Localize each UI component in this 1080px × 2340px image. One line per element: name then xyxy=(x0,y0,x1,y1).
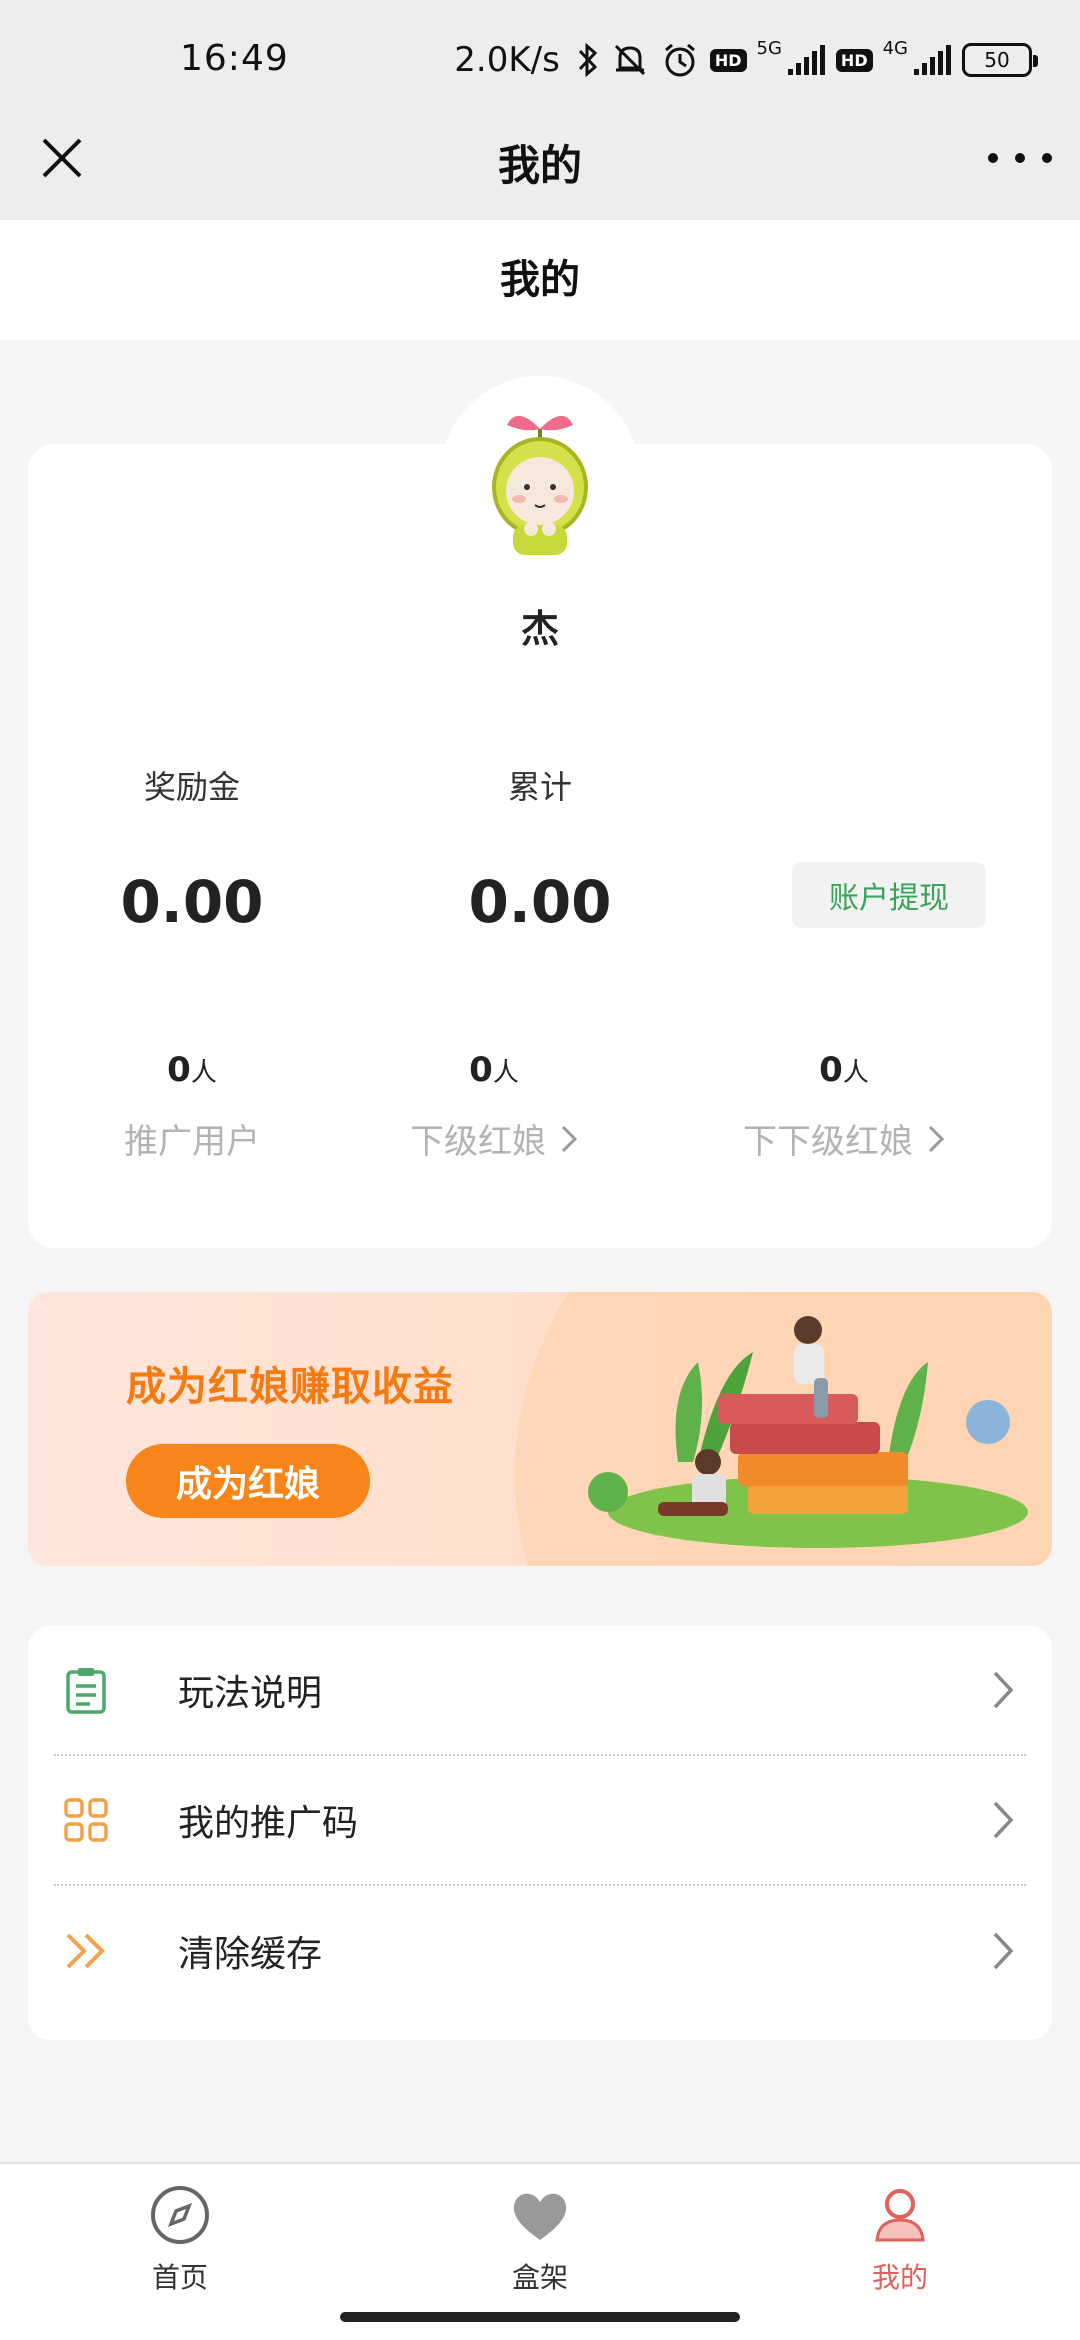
count-value: 0 xyxy=(469,1050,493,1090)
grid-icon xyxy=(64,1798,108,1842)
become-matchmaker-button[interactable]: 成为红娘 xyxy=(126,1444,370,1518)
status-time: 16:49 xyxy=(180,38,289,79)
count-sub-sub-matchmakers[interactable]: 0人 下下级红娘 xyxy=(674,1050,1014,1163)
double-chevron-icon xyxy=(66,1933,105,1969)
bonus-label: 奖励金 xyxy=(143,768,240,806)
signal-icon xyxy=(787,45,825,75)
menu-item-label: 清除缓存 xyxy=(178,1934,323,1975)
network-speed: 2.0K/s xyxy=(454,40,560,80)
clipboard-icon xyxy=(66,1668,106,1714)
count-unit: 人 xyxy=(492,1058,519,1088)
count-label: 下下级红娘 xyxy=(743,1122,913,1162)
hd-badge: HD xyxy=(709,48,747,72)
user-name: 杰 xyxy=(520,607,559,651)
page-title: 我的 xyxy=(500,257,580,303)
chevron-right-icon xyxy=(993,1801,1014,1839)
more-icon[interactable] xyxy=(988,136,1052,180)
compass-icon xyxy=(151,2186,209,2244)
menu-item-clear-cache[interactable]: 清除缓存 xyxy=(54,1886,1026,2016)
chevron-right-icon xyxy=(561,1125,578,1152)
tab-label: 首页 xyxy=(151,2261,208,2294)
status-icons: 2.0K/s HD 5G HD 4G 50 xyxy=(454,36,1038,84)
count-promoted-users: 0人 推广用户 xyxy=(22,1050,362,1163)
home-indicator[interactable] xyxy=(340,2312,740,2322)
matchmaker-banner[interactable]: 成为红娘赚取收益 成为红娘 xyxy=(28,1292,1052,1566)
mute-icon xyxy=(614,44,645,76)
signal-icon-2 xyxy=(914,45,951,75)
tab-home[interactable]: 首页 xyxy=(80,2182,280,2296)
menu-item-label: 我的推广码 xyxy=(178,1803,359,1844)
menu-item-instructions[interactable]: 玩法说明 xyxy=(54,1626,1026,1756)
count-unit: 人 xyxy=(842,1058,869,1088)
menu-list: 玩法说明 我的推广码 清除缓存 xyxy=(28,1626,1052,2040)
page-title-bar: 我的 xyxy=(0,220,1080,340)
chevron-right-icon xyxy=(993,1932,1014,1970)
count-value: 0 xyxy=(167,1050,191,1090)
withdraw-button[interactable]: 账户提现 xyxy=(792,862,986,928)
header-title: 我的 xyxy=(497,141,582,190)
avatar[interactable] xyxy=(440,376,640,576)
tab-shelf[interactable]: 盒架 xyxy=(440,2182,640,2296)
avatar-image xyxy=(455,391,625,561)
count-label: 推广用户 xyxy=(124,1122,260,1162)
hd-badge-2: HD xyxy=(835,48,873,72)
heart-icon xyxy=(513,2193,567,2240)
menu-item-label: 玩法说明 xyxy=(178,1673,323,1714)
total-value: 0.00 xyxy=(468,868,612,936)
chevron-right-icon xyxy=(928,1125,945,1152)
tab-mine[interactable]: 我的 xyxy=(800,2182,1000,2296)
count-label: 下级红娘 xyxy=(410,1122,546,1162)
bonus-value: 0.00 xyxy=(120,868,264,936)
user-icon xyxy=(875,2189,925,2242)
battery-level: 50 xyxy=(984,48,1010,72)
battery-icon: 50 xyxy=(962,43,1038,77)
reading-illustration xyxy=(588,1316,1028,1548)
banner-title: 成为红娘赚取收益 xyxy=(126,1364,454,1410)
tab-label: 盒架 xyxy=(511,2261,568,2294)
count-sub-matchmakers[interactable]: 0人 下级红娘 xyxy=(324,1050,664,1163)
tab-label: 我的 xyxy=(871,2261,928,2294)
menu-item-promo-code[interactable]: 我的推广码 xyxy=(54,1756,1026,1886)
count-value: 0 xyxy=(819,1050,843,1090)
total-label: 累计 xyxy=(507,768,572,806)
bluetooth-icon xyxy=(578,42,597,78)
app-header: 我的 xyxy=(0,96,1080,220)
network-type-1: 5G xyxy=(756,37,782,59)
chevron-right-icon xyxy=(993,1671,1014,1709)
alarm-icon xyxy=(664,43,695,77)
network-type-2: 4G xyxy=(882,37,908,59)
count-unit: 人 xyxy=(190,1058,217,1088)
